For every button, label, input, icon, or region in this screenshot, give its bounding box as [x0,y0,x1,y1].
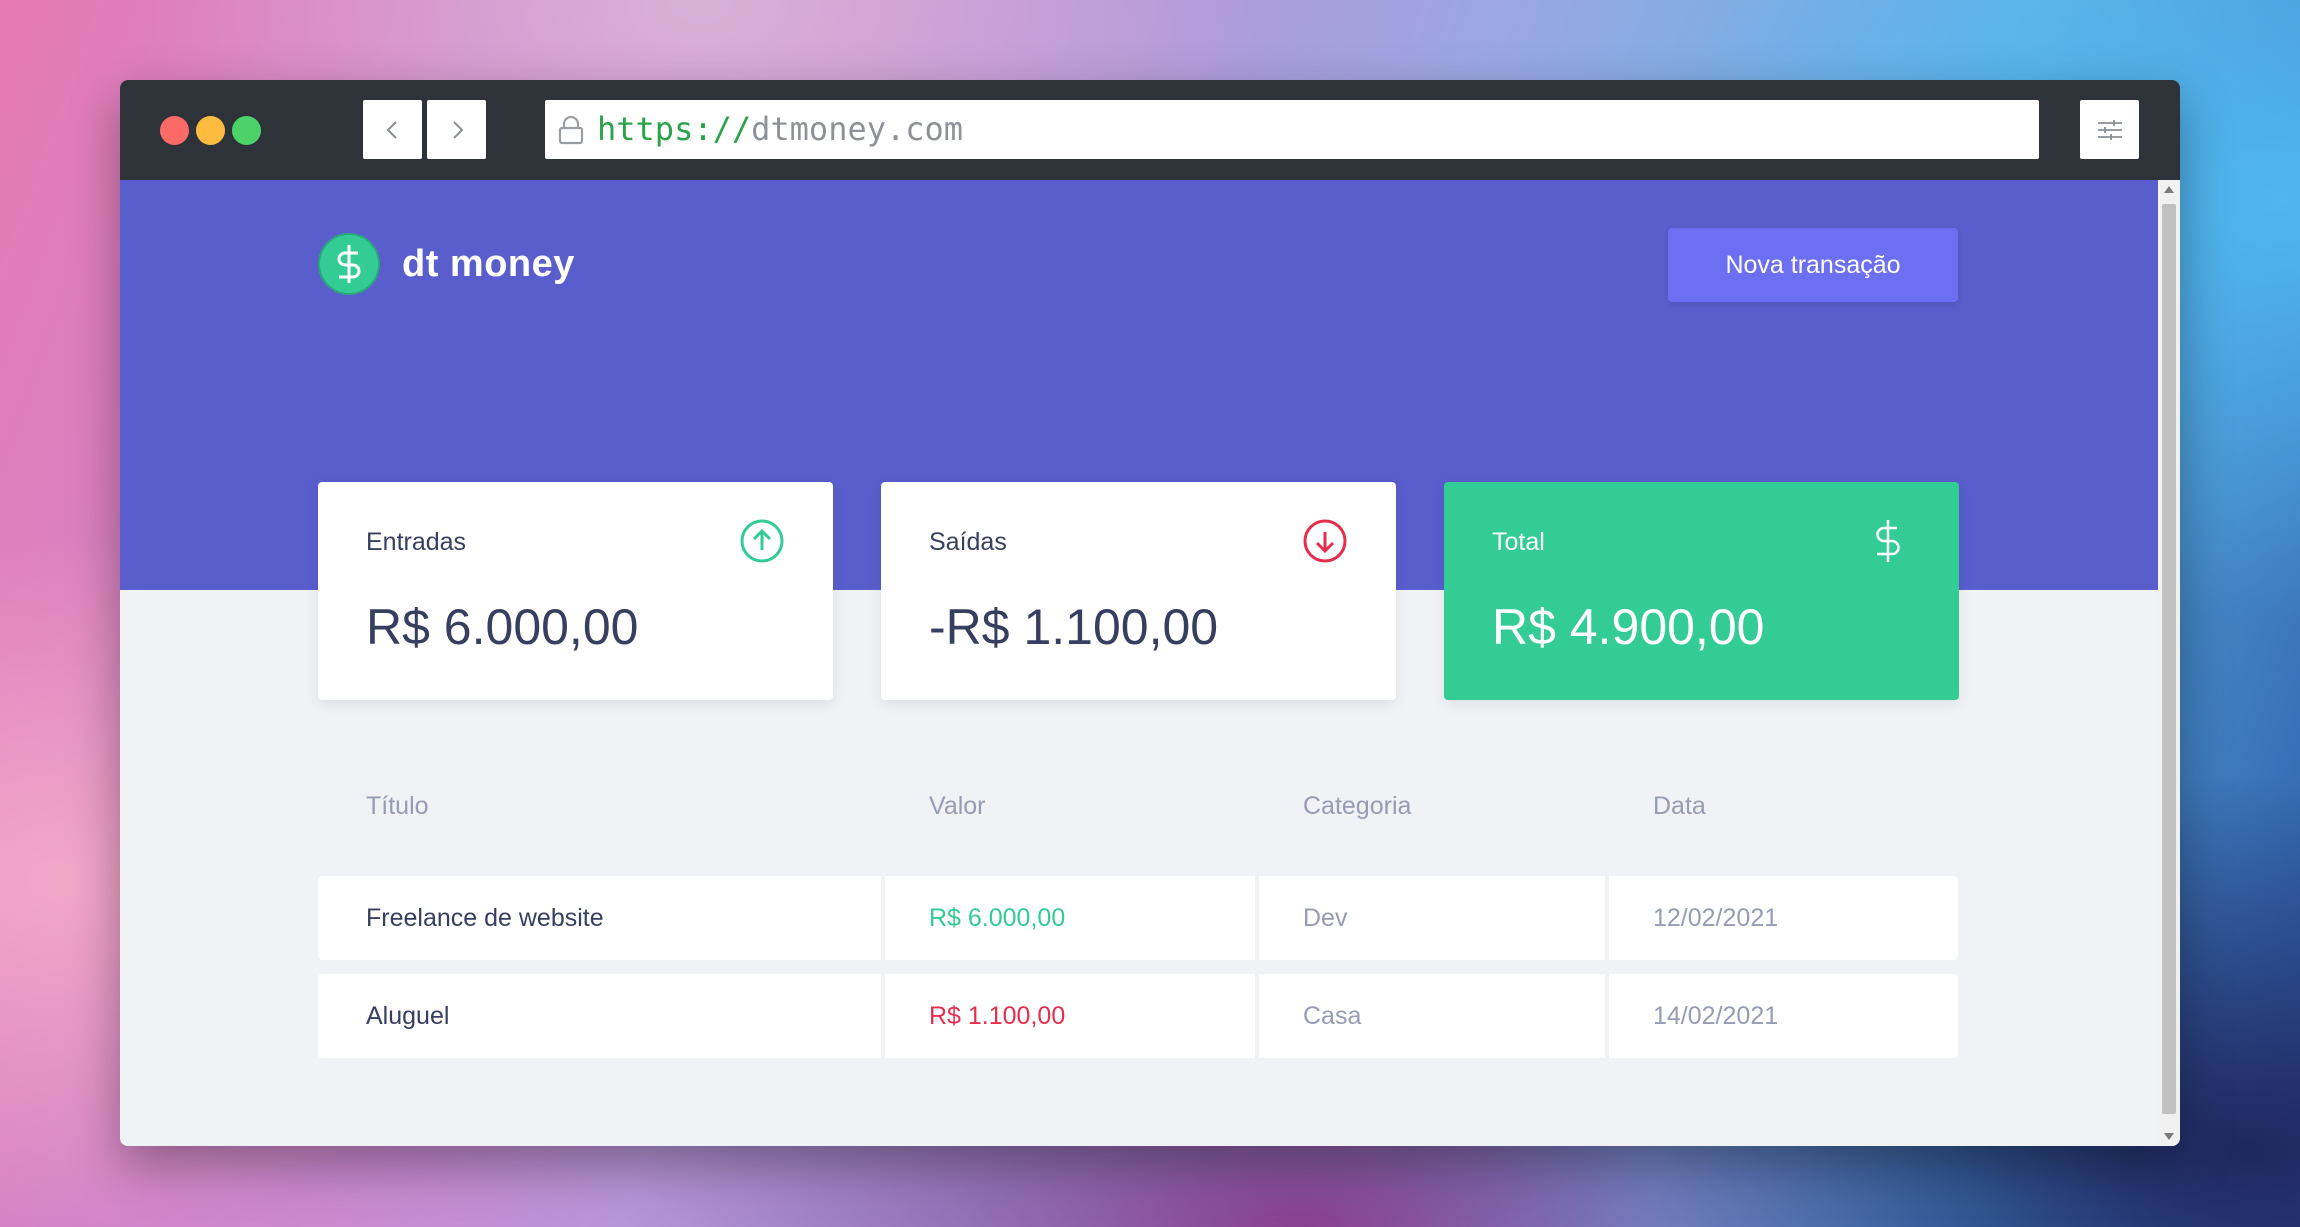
row-category: Casa [1303,1002,1362,1030]
minimize-window-button[interactable] [196,116,225,145]
outcome-card: Saídas -R$ 1.100,00 [881,482,1396,700]
total-label: Total [1492,528,1545,556]
lock-icon [558,115,584,145]
cell-divider [881,876,885,960]
dollar-circle-icon [318,233,380,295]
row-date: 12/02/2021 [1653,904,1779,932]
transactions-table: Título Valor Categoria Data Freelance de… [318,792,1958,1058]
header-amount: Valor [929,792,986,820]
table-row: Aluguel R$ 1.100,00 Casa 14/02/2021 [318,974,1958,1058]
total-card: Total R$ 4.900,00 [1444,482,1959,700]
arrow-down-circle-icon [1303,519,1347,563]
cell-divider [1255,974,1259,1058]
vertical-scrollbar[interactable] [2158,180,2180,1146]
income-label: Entradas [366,528,467,556]
income-card: Entradas R$ 6.000,00 [318,482,833,700]
url-text: https://dtmoney.com [597,100,963,159]
arrow-up-circle-icon [740,519,784,563]
dollar-sign-icon [1876,520,1900,562]
cell-divider [1605,974,1609,1058]
new-transaction-button[interactable]: Nova transação [1668,228,1958,302]
scroll-up-icon[interactable] [2164,186,2174,193]
app-logo: dt money [318,233,575,295]
url-scheme: https:// [597,110,752,148]
app-name: dt money [402,242,575,285]
outcome-label: Saídas [929,528,1007,556]
header-category: Categoria [1303,792,1412,820]
row-title: Freelance de website [366,904,604,932]
sliders-icon [2097,119,2122,140]
desktop-background: https://dtmoney.com dt money Nova transa… [0,0,2300,1227]
cell-divider [881,974,885,1058]
browser-toolbar: https://dtmoney.com [120,80,2180,180]
chevron-left-icon [386,120,397,139]
outcome-value: -R$ 1.100,00 [929,599,1219,655]
chevron-right-icon [452,120,463,139]
row-amount: R$ 6.000,00 [929,904,1066,932]
browser-window: https://dtmoney.com dt money Nova transa… [120,80,2180,1146]
url-host: dtmoney.com [751,110,964,148]
row-category: Dev [1303,904,1348,932]
settings-button[interactable] [2080,100,2139,159]
total-value: R$ 4.900,00 [1492,599,1765,655]
maximize-window-button[interactable] [232,116,261,145]
cell-divider [1605,876,1609,960]
row-date: 14/02/2021 [1653,1002,1779,1030]
row-title: Aluguel [366,1002,450,1030]
page-viewport: dt money Nova transação Entradas R$ 6.00… [120,180,2158,1146]
scroll-down-icon[interactable] [2164,1133,2174,1140]
address-bar[interactable]: https://dtmoney.com [545,100,2039,159]
forward-button[interactable] [427,100,486,159]
back-button[interactable] [363,100,422,159]
income-value: R$ 6.000,00 [366,599,639,655]
header-date: Data [1653,792,1706,820]
table-header: Título Valor Categoria Data [318,792,1958,842]
cell-divider [1255,876,1259,960]
close-window-button[interactable] [160,116,189,145]
scrollbar-thumb[interactable] [2162,204,2176,1114]
header-title: Título [366,792,429,820]
table-row: Freelance de website R$ 6.000,00 Dev 12/… [318,876,1958,960]
row-amount: R$ 1.100,00 [929,1002,1066,1030]
